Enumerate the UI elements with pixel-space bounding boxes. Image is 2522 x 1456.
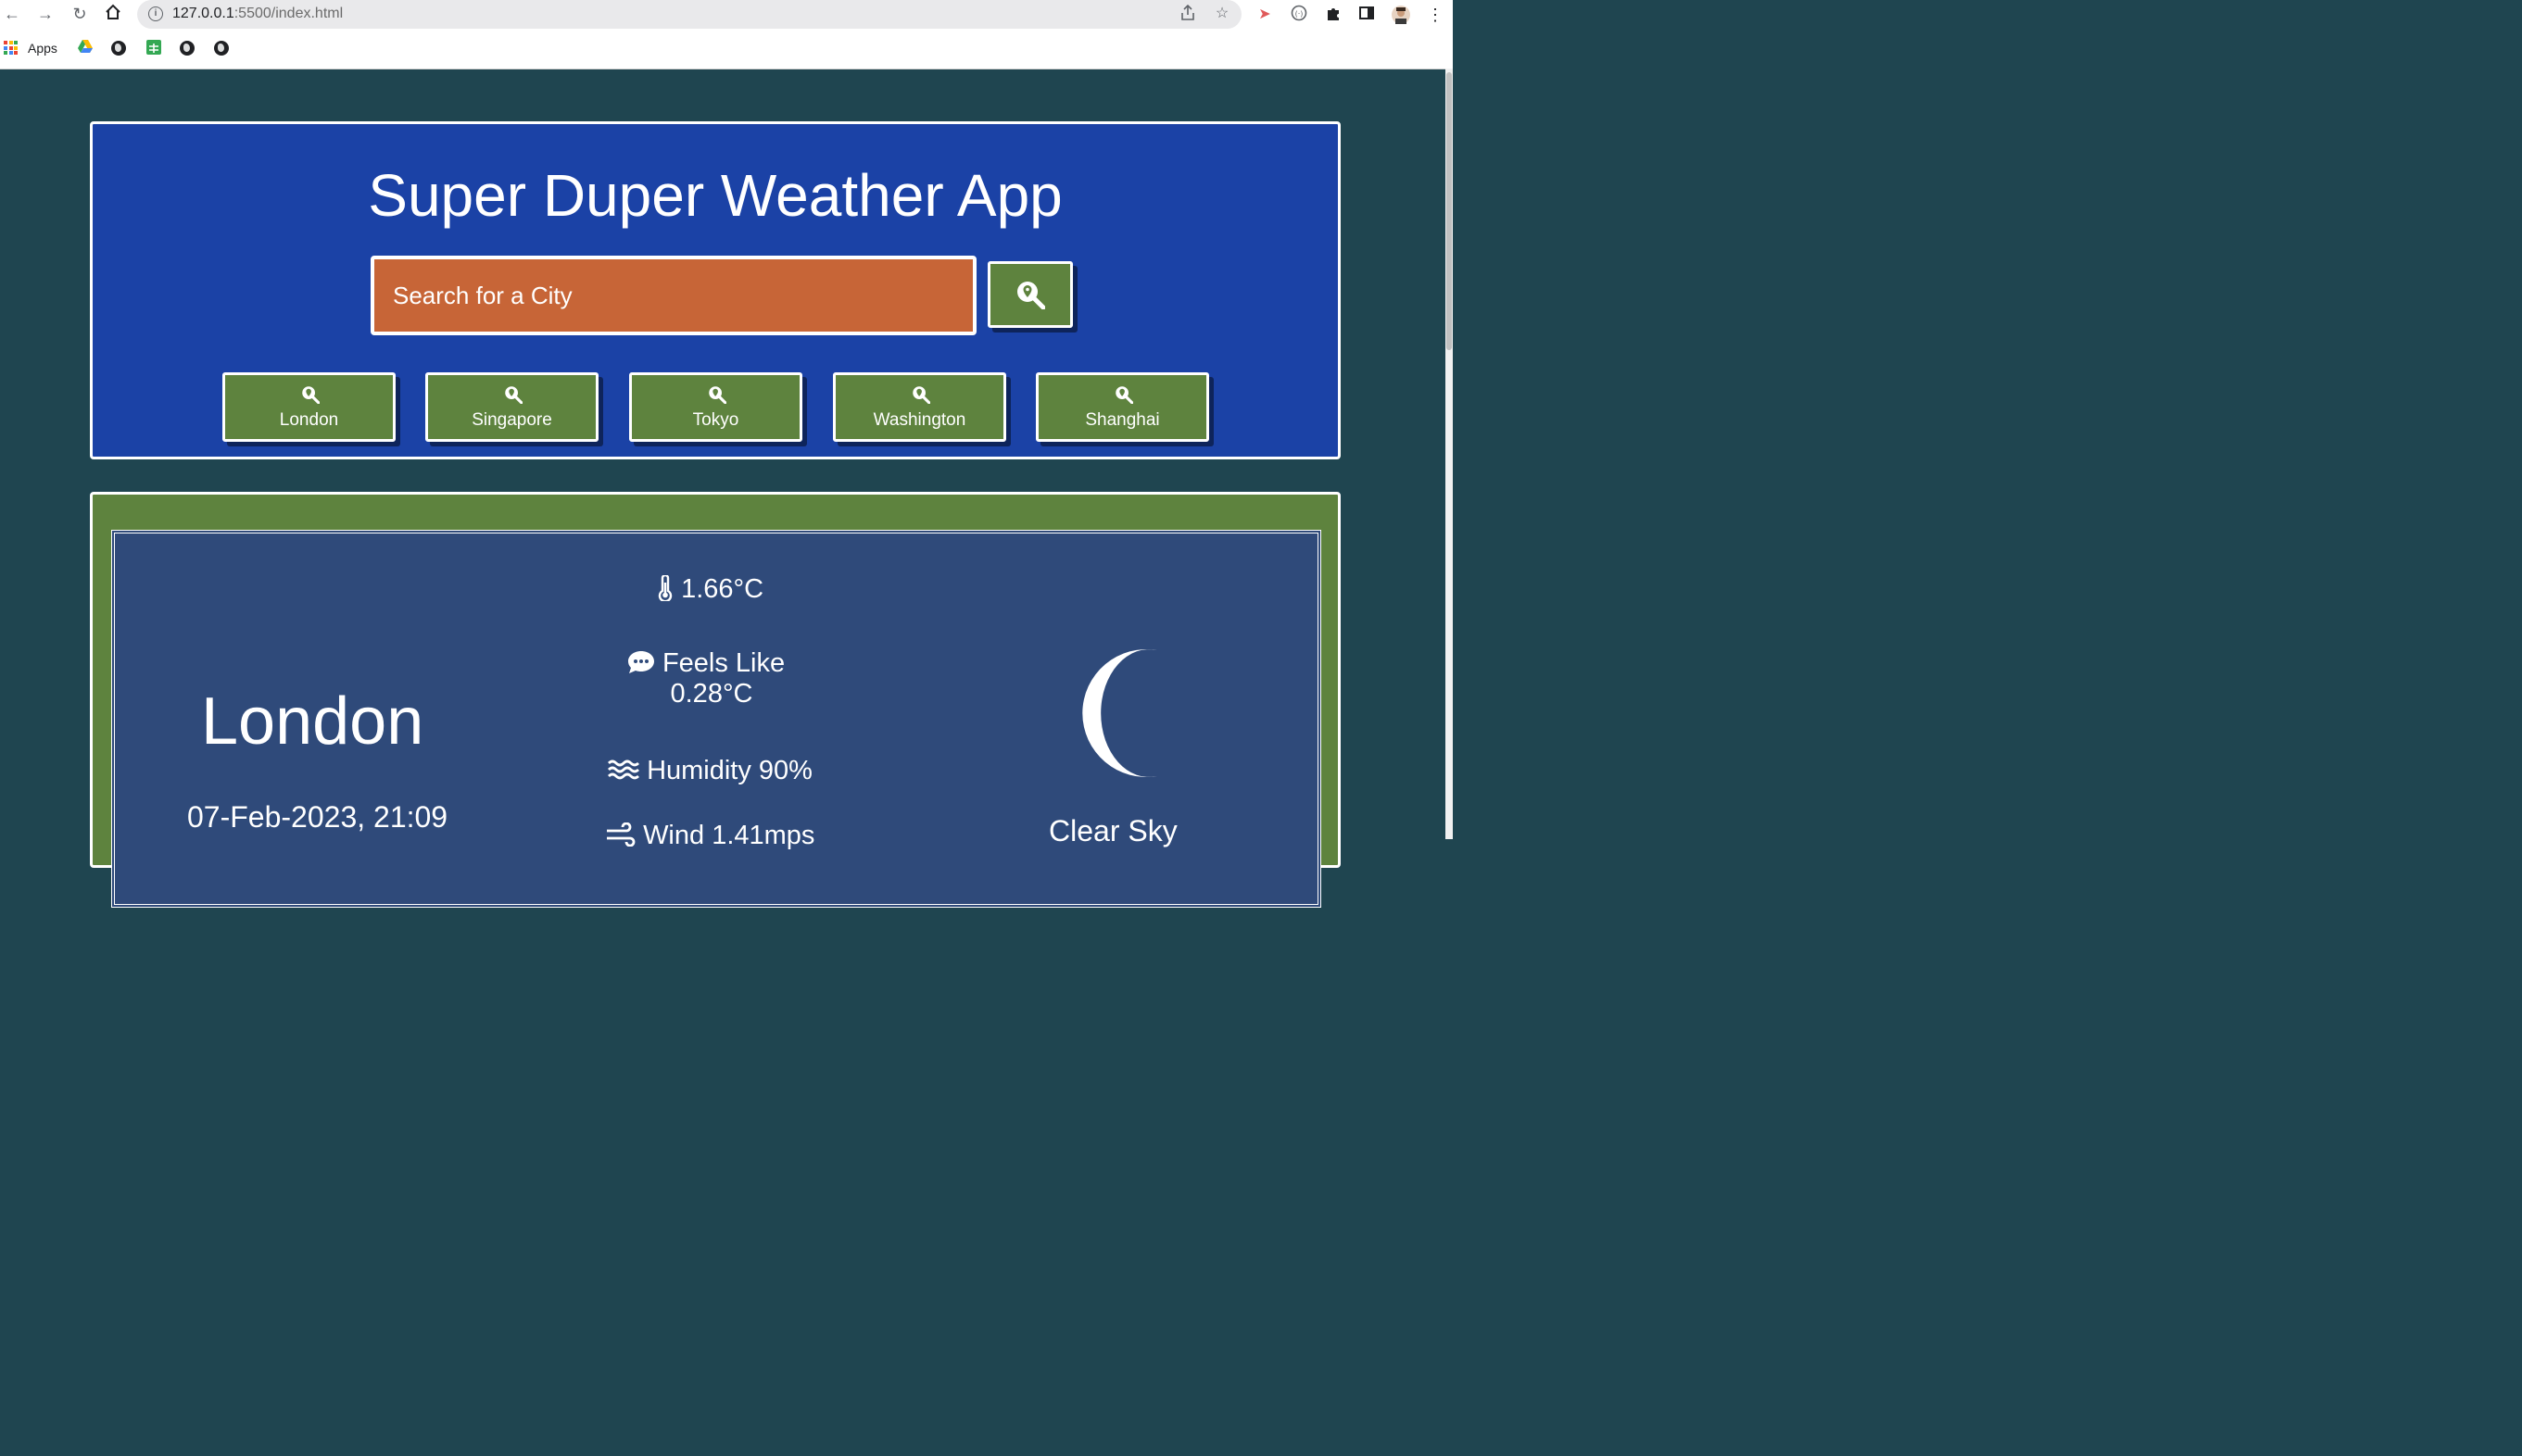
weather-panel: London 07-Feb-2023, 21:09 1.66°C Feels L… bbox=[111, 530, 1321, 908]
bookmark-star-icon[interactable]: ☆ bbox=[1213, 5, 1231, 23]
side-panel-icon[interactable] bbox=[1356, 5, 1377, 25]
temperature-stat: 1.66°C bbox=[657, 573, 764, 605]
quick-city-label: Washington bbox=[873, 410, 966, 430]
quick-city-button-london[interactable]: London bbox=[222, 372, 396, 442]
bookmark-apps[interactable]: Apps bbox=[28, 39, 57, 57]
extension-red-icon[interactable]: ➤ bbox=[1255, 5, 1275, 25]
svg-text:(·): (·) bbox=[1295, 10, 1304, 19]
search-location-icon bbox=[302, 386, 320, 404]
search-location-icon bbox=[709, 386, 726, 404]
profile-avatar[interactable] bbox=[1391, 5, 1411, 25]
humidity-value: Humidity 90% bbox=[647, 756, 813, 785]
feels-like-stat: Feels Like 0.28°C bbox=[627, 648, 789, 709]
reload-icon[interactable]: ↻ bbox=[69, 4, 90, 24]
search-location-icon bbox=[913, 386, 930, 404]
bookmark-globe-icon[interactable] bbox=[180, 41, 195, 56]
quick-city-label: London bbox=[279, 410, 339, 430]
temperature-value: 1.66°C bbox=[681, 574, 764, 604]
browser-menu-icon[interactable]: ⋮ bbox=[1425, 5, 1445, 25]
quick-city-button-washington[interactable]: Washington bbox=[833, 372, 1006, 442]
date-time: 07-Feb-2023, 21:09 bbox=[187, 800, 448, 834]
google-drive-icon[interactable] bbox=[77, 39, 94, 57]
search-location-icon bbox=[505, 386, 523, 404]
address-bar[interactable]: i 127.0.0.1:5500/index.html ☆ bbox=[137, 0, 1242, 29]
quick-city-button-tokyo[interactable]: Tokyo bbox=[629, 372, 802, 442]
bookmark-globe-icon[interactable] bbox=[214, 41, 229, 56]
city-name: London bbox=[201, 684, 424, 759]
quick-city-label: Shanghai bbox=[1085, 410, 1160, 430]
header-card: Super Duper Weather App London Singapore… bbox=[90, 121, 1341, 459]
share-icon[interactable] bbox=[1179, 4, 1197, 23]
moon-icon bbox=[1082, 649, 1157, 777]
weather-condition: Clear Sky bbox=[1049, 814, 1178, 847]
url-host: 127.0.0.1 bbox=[172, 6, 234, 21]
scrollbar-thumb[interactable] bbox=[1446, 72, 1452, 350]
apps-grid-icon[interactable] bbox=[4, 41, 18, 55]
city-search-input[interactable] bbox=[371, 256, 977, 335]
thermometer-icon bbox=[658, 573, 673, 603]
wind-icon bbox=[607, 822, 636, 847]
quick-city-label: Singapore bbox=[472, 410, 552, 430]
url-path: :5500/index.html bbox=[233, 6, 344, 21]
back-arrow-icon[interactable]: ← bbox=[2, 4, 22, 24]
extension-circle-icon[interactable]: (·) bbox=[1289, 5, 1309, 25]
google-sheets-icon[interactable] bbox=[145, 39, 162, 57]
wind-value: Wind 1.41mps bbox=[643, 821, 815, 850]
app-title: Super Duper Weather App bbox=[368, 162, 1063, 229]
quick-city-button-singapore[interactable]: Singapore bbox=[425, 372, 599, 442]
site-info-icon[interactable]: i bbox=[148, 6, 163, 21]
page-scrollbar[interactable] bbox=[1445, 69, 1453, 839]
bookmark-globe-icon[interactable] bbox=[111, 41, 126, 56]
feels-like-value: 0.28°C bbox=[670, 679, 753, 709]
water-waves-icon bbox=[608, 759, 639, 780]
extensions-puzzle-icon[interactable] bbox=[1323, 5, 1343, 25]
browser-toolbar: ← → ↻ i 127.0.0.1:5500/index.html ☆ ➤ (·… bbox=[0, 0, 1453, 30]
browser-chrome: ← → ↻ i 127.0.0.1:5500/index.html ☆ ➤ (·… bbox=[0, 0, 1453, 69]
weather-card: London 07-Feb-2023, 21:09 1.66°C Feels L… bbox=[90, 492, 1341, 908]
wind-stat: Wind 1.41mps bbox=[606, 821, 814, 851]
feels-like-label: Feels Like bbox=[662, 648, 786, 678]
quick-city-button-shanghai[interactable]: Shanghai bbox=[1036, 372, 1209, 442]
humidity-stat: Humidity 90% bbox=[608, 756, 813, 786]
search-location-icon bbox=[1116, 386, 1133, 404]
speech-bubble-icon bbox=[627, 651, 654, 673]
forward-arrow-icon[interactable]: → bbox=[35, 4, 56, 24]
home-icon[interactable] bbox=[103, 4, 123, 24]
url-text: 127.0.0.1:5500/index.html bbox=[172, 6, 343, 22]
quick-city-label: Tokyo bbox=[692, 410, 739, 430]
search-button[interactable] bbox=[988, 261, 1073, 328]
search-location-icon bbox=[1017, 282, 1045, 309]
